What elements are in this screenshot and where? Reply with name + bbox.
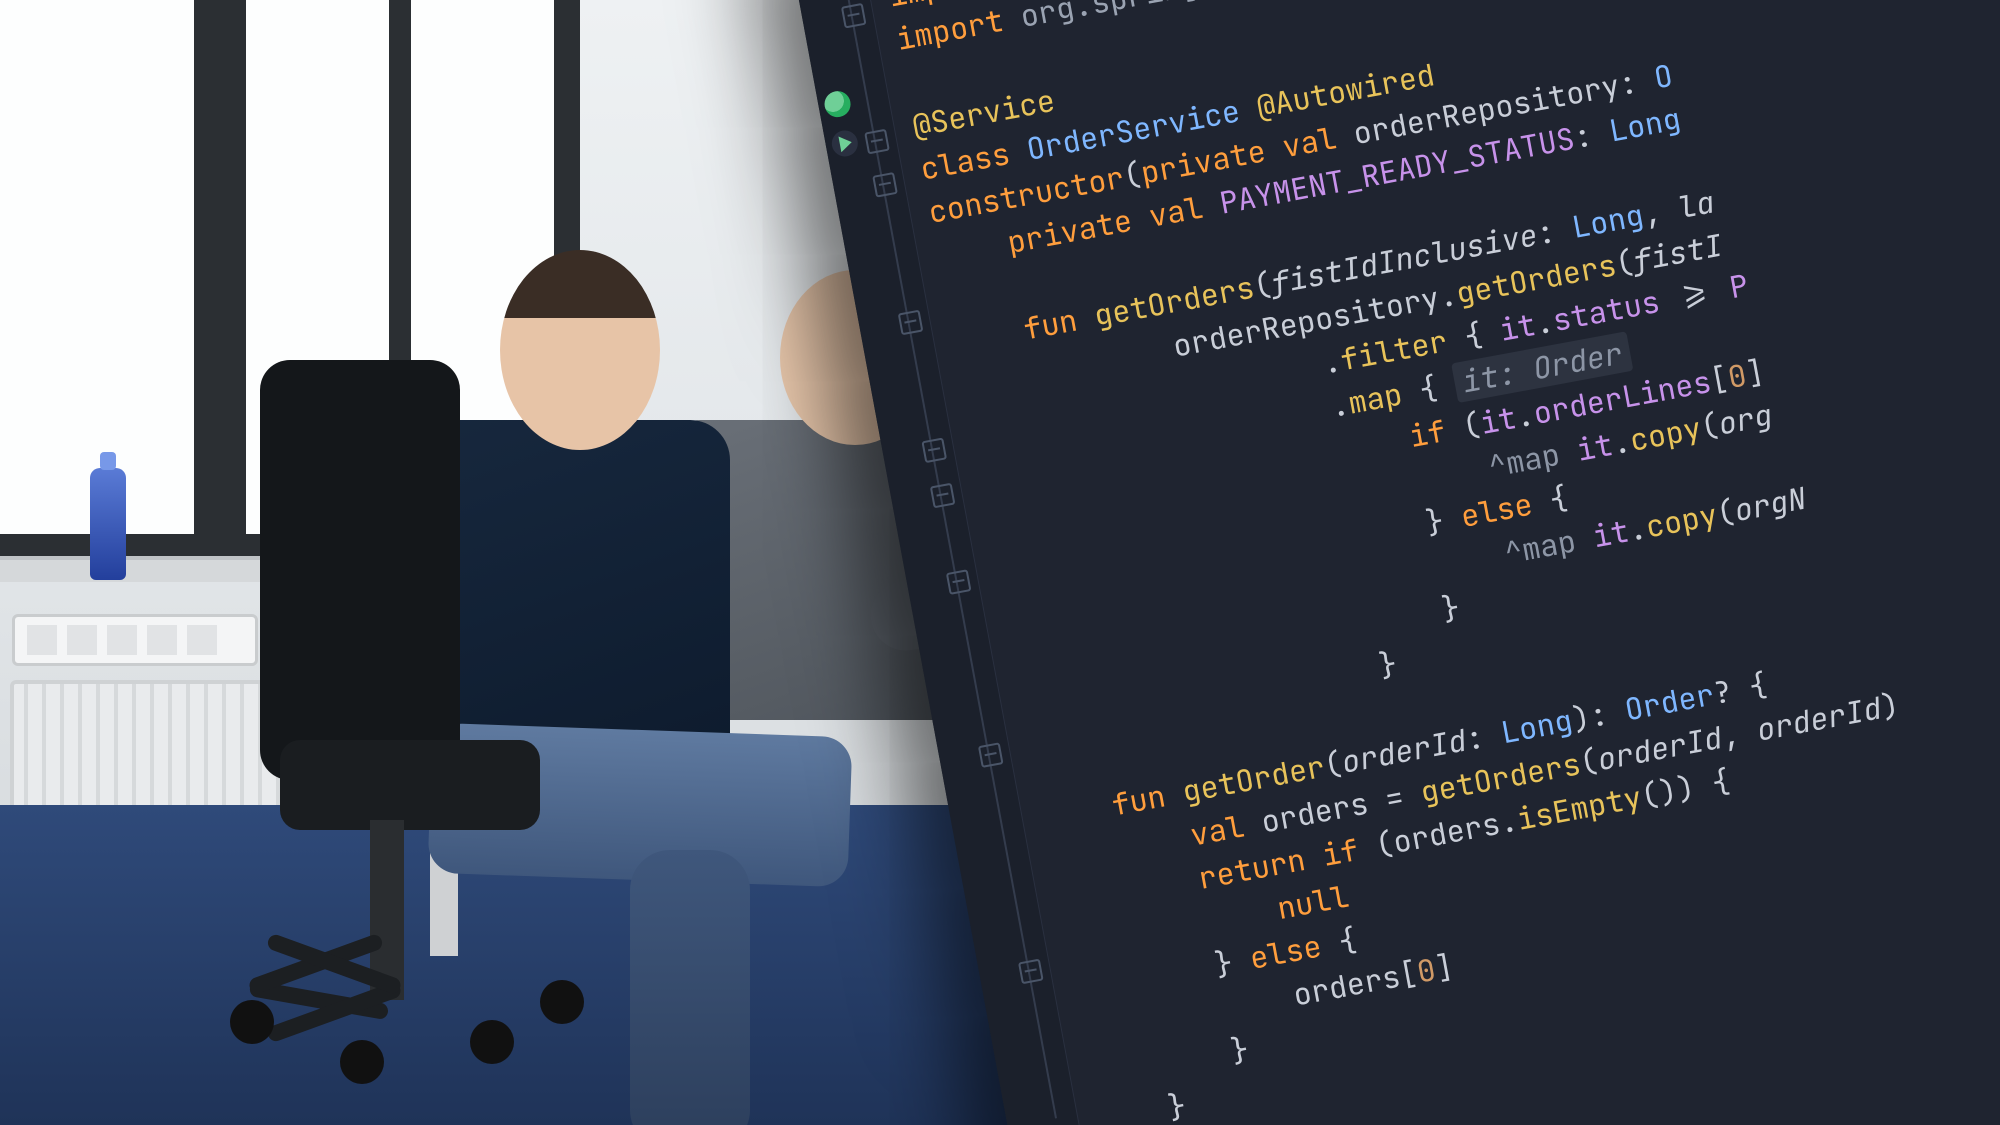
- spring-bean-icon[interactable]: [822, 89, 852, 119]
- param: orderId: [1753, 687, 1884, 749]
- fold-icon[interactable]: [864, 129, 890, 155]
- call: map: [1345, 374, 1405, 423]
- identifier: it: [1573, 424, 1616, 470]
- param: orderId: [1594, 717, 1725, 779]
- keyword-fun: fun: [1108, 775, 1168, 824]
- type-name: Long: [1606, 98, 1684, 150]
- keyword-val: val: [1187, 806, 1247, 855]
- keyword-fun: fun: [1020, 299, 1080, 348]
- composite-stage: nntech.billingdata.common import no.finn…: [0, 0, 2000, 1125]
- keyword-if: if: [1319, 829, 1362, 875]
- identifier: it: [1496, 304, 1539, 350]
- water-bottle-sill: [90, 468, 126, 580]
- inlay-hint: ^map: [1485, 434, 1563, 486]
- fold-icon[interactable]: [898, 310, 924, 336]
- fold-icon[interactable]: [872, 172, 898, 198]
- keyword-if: if: [1406, 410, 1449, 456]
- param: la: [1675, 181, 1718, 227]
- keyword-null: null: [1274, 876, 1352, 928]
- fold-icon[interactable]: [841, 3, 867, 29]
- keyword-val: val: [1279, 117, 1339, 166]
- fold-icon[interactable]: [1018, 959, 1044, 985]
- call: copy: [1626, 408, 1704, 460]
- inlay-hint: ^map: [1501, 520, 1579, 572]
- fold-icon[interactable]: [930, 483, 956, 509]
- identifier: orders: [1390, 803, 1503, 862]
- param: org: [1715, 394, 1775, 443]
- office-chair: [220, 360, 480, 920]
- call: copy: [1642, 494, 1720, 546]
- number: 0: [1414, 949, 1439, 992]
- fold-icon[interactable]: [946, 569, 972, 595]
- fold-icon[interactable]: [921, 437, 947, 463]
- number: 0: [1725, 354, 1750, 397]
- run-gutter-icon[interactable]: [830, 128, 860, 158]
- code-text: org.springframework.stereotype.Se: [1017, 0, 1608, 36]
- param: orgN: [1731, 478, 1809, 530]
- identifier: it: [1477, 397, 1520, 443]
- keyword-val: val: [1146, 187, 1206, 236]
- fold-icon[interactable]: [978, 742, 1004, 768]
- identifier: it: [1589, 510, 1632, 556]
